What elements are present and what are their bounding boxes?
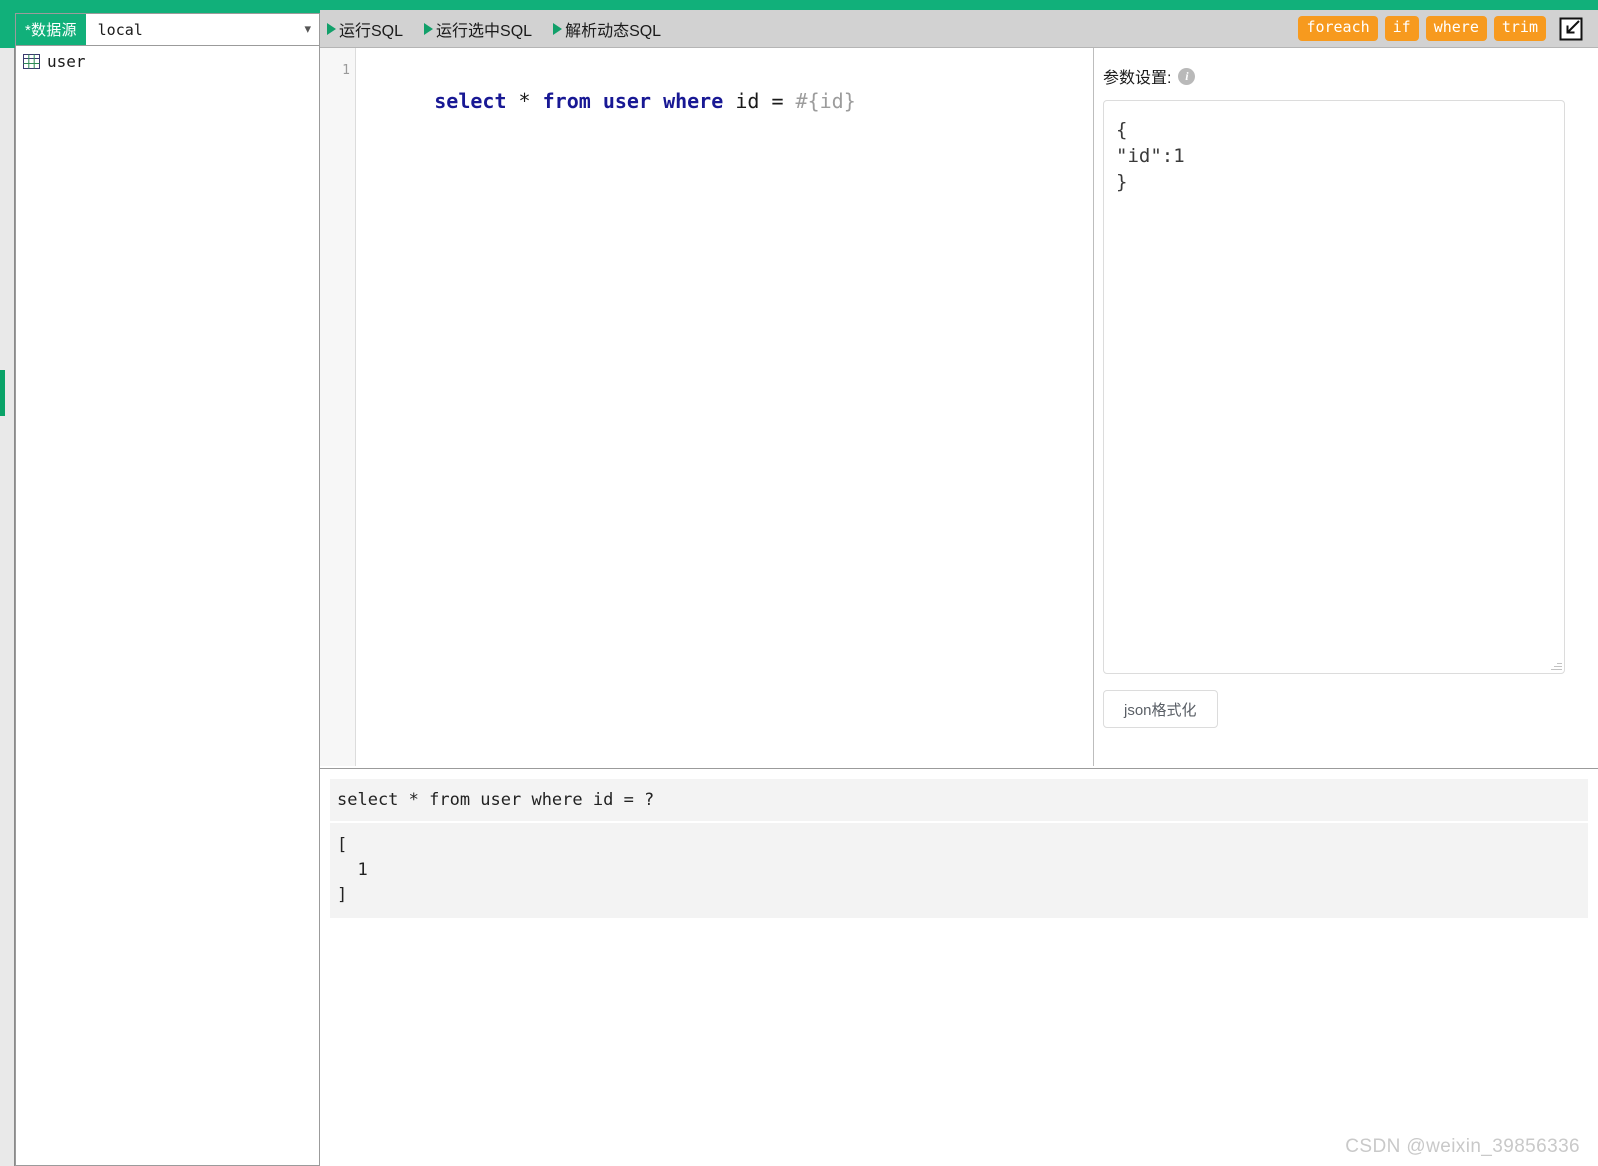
- parameter-json-input[interactable]: { "id":1 }: [1103, 100, 1565, 674]
- run-selected-sql-button[interactable]: 运行选中SQL: [417, 10, 546, 47]
- datasource-tree: user: [15, 46, 320, 1166]
- app-root: *数据源 local ▾ user 运行SQL 运行选中SQL 解析动态SQL …: [0, 0, 1598, 1166]
- datasource-header: *数据源 local ▾: [15, 13, 320, 46]
- sql-token: from: [542, 89, 591, 113]
- tag-trim[interactable]: trim: [1493, 16, 1546, 41]
- datasource-select[interactable]: local ▾: [85, 14, 319, 45]
- parameter-settings-panel: 参数设置: i { "id":1 } json格式化: [1094, 48, 1598, 766]
- sql-token: where: [663, 89, 724, 113]
- result-parameters-text: [ 1 ]: [330, 823, 1588, 918]
- parse-dynamic-sql-button[interactable]: 解析动态SQL: [546, 10, 675, 47]
- chevron-down-icon: ▾: [304, 22, 311, 37]
- info-icon[interactable]: i: [1178, 67, 1196, 85]
- parameter-settings-title-row: 参数设置: i: [1103, 64, 1580, 88]
- play-triangle-icon: [553, 22, 563, 35]
- table-icon: [23, 53, 40, 69]
- datasource-selected-value: local: [97, 20, 143, 39]
- tree-item-user[interactable]: user: [16, 46, 319, 76]
- parameter-settings-title: 参数设置:: [1103, 70, 1172, 87]
- sql-token: user: [602, 89, 652, 113]
- tree-item-label: user: [47, 51, 86, 71]
- play-triangle-icon: [327, 22, 336, 35]
- tag-foreach[interactable]: foreach: [1298, 16, 1378, 41]
- run-sql-button[interactable]: 运行SQL: [320, 10, 417, 47]
- results-panel: select * from user where id = ? [ 1 ]: [320, 768, 1598, 1166]
- collapse-restore-icon[interactable]: [1558, 16, 1584, 42]
- sql-token: select: [434, 89, 507, 113]
- watermark: CSDN @weixin_39856336: [1345, 1136, 1580, 1157]
- editor-toolbar: 运行SQL 运行选中SQL 解析动态SQL foreach if where t…: [320, 10, 1598, 48]
- tag-if[interactable]: if: [1384, 16, 1419, 41]
- play-triangle-icon: [424, 22, 434, 35]
- result-sql-text: select * from user where id = ?: [330, 779, 1588, 821]
- json-format-button[interactable]: json格式化: [1103, 690, 1218, 728]
- datasource-label: *数据源: [16, 14, 86, 45]
- line-number: 1: [342, 63, 350, 78]
- textarea-resize-grip[interactable]: [1550, 659, 1562, 671]
- left-scroll-thumb[interactable]: [0, 370, 5, 416]
- sql-code-area[interactable]: select * from user where id = #{id}: [356, 48, 1093, 766]
- sql-token: id =: [723, 89, 796, 113]
- left-scroll-rail[interactable]: [0, 48, 15, 1166]
- run-sql-label: 运行SQL: [339, 22, 404, 40]
- tag-where[interactable]: where: [1425, 16, 1487, 41]
- parse-dynamic-sql-label: 解析动态SQL: [565, 22, 662, 40]
- sql-token: *: [506, 89, 543, 113]
- sql-token: #{id}: [795, 89, 856, 113]
- editor-gutter: 1: [320, 48, 356, 766]
- run-selected-sql-label: 运行选中SQL: [436, 22, 533, 40]
- sql-editor[interactable]: 1 select * from user where id = #{id}: [320, 48, 1094, 766]
